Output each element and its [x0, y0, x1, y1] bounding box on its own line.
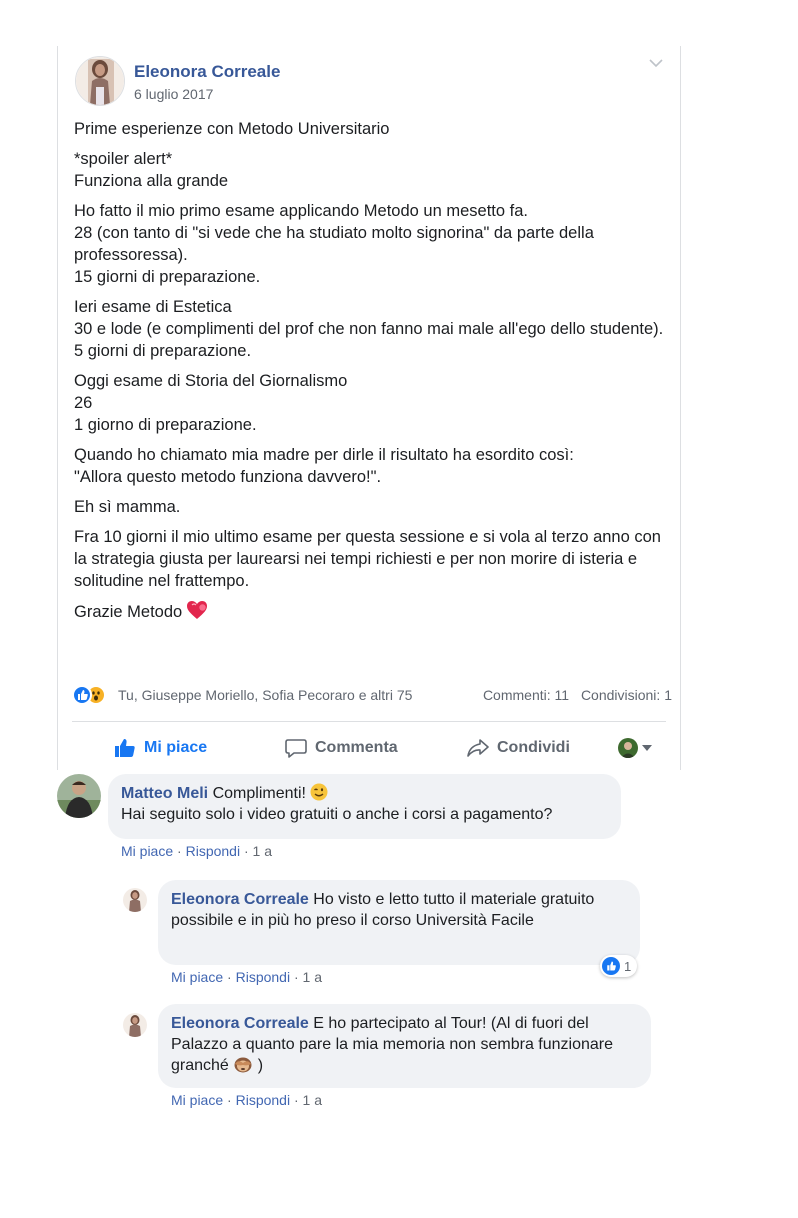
reply-age[interactable]: 1 a — [303, 1092, 322, 1108]
like-reaction-icon — [72, 685, 92, 705]
reply-bubble: Eleonora Correale E ho partecipato al To… — [158, 1004, 651, 1088]
wink-emoji-icon — [310, 783, 328, 801]
reply-like-link[interactable]: Mi piace — [171, 969, 223, 985]
share-arrow-icon — [467, 739, 489, 757]
reply-author-name[interactable]: Eleonora Correale — [171, 1015, 309, 1032]
post-paragraph: Prime esperienze con Metodo Universitari… — [74, 120, 390, 138]
comment-actions: Mi piace · Rispondi · 1 a — [121, 843, 272, 859]
post-paragraph: Ho fatto il mio primo esame applicando M… — [74, 202, 594, 286]
reply-actions: Mi piace · Rispondi · 1 a — [171, 969, 322, 985]
like-reaction-icon — [602, 957, 620, 975]
shares-count[interactable]: Condivisioni: 1 — [581, 687, 672, 703]
reply-reaction-count: 1 — [624, 958, 632, 974]
chevron-down-icon[interactable] — [649, 58, 663, 68]
comment-icon — [285, 739, 307, 758]
reaction-identity-picker[interactable] — [618, 738, 658, 758]
reply-text-end: ) — [257, 1057, 264, 1074]
reply-bubble: Eleonora Correale Ho visto e letto tutto… — [158, 880, 640, 965]
thumbs-up-icon — [115, 739, 135, 757]
author-name[interactable]: Eleonora Correale — [134, 62, 280, 82]
heart-icon — [187, 601, 208, 619]
reply-like-link[interactable]: Mi piace — [171, 1092, 223, 1108]
post-card: Eleonora Correale 6 luglio 2017 Prime es… — [57, 46, 681, 770]
comment-button[interactable]: Commenta — [285, 736, 398, 760]
reply-reply-link[interactable]: Rispondi — [236, 969, 290, 985]
comments-count[interactable]: Commenti: 11 — [483, 687, 569, 703]
post-stats: Commenti: 11 Condivisioni: 1 — [483, 687, 672, 703]
reply-reply-link[interactable]: Rispondi — [236, 1092, 290, 1108]
comment-button-label: Commenta — [315, 739, 398, 756]
share-button-label: Condividi — [497, 739, 570, 756]
current-user-avatar — [618, 738, 638, 758]
post-paragraph: Fra 10 giorni il mio ultimo esame per qu… — [74, 528, 661, 590]
reaction-names[interactable]: Tu, Giuseppe Moriello, Sofia Pecoraro e … — [118, 687, 412, 703]
closing-text: Grazie Metodo — [74, 603, 183, 621]
comment-text-line2: Hai seguito solo i video gratuiti o anch… — [121, 806, 553, 823]
reactions-summary: Tu, Giuseppe Moriello, Sofia Pecoraro e … — [72, 684, 672, 706]
post-date[interactable]: 6 luglio 2017 — [134, 86, 213, 102]
post-paragraph: *spoiler alert* Funziona alla grande — [74, 150, 229, 190]
like-button[interactable]: Mi piace — [114, 736, 207, 760]
reply-author-name[interactable]: Eleonora Correale — [171, 891, 309, 908]
post-paragraph: Quando ho chiamato mia madre per dirle i… — [74, 446, 574, 486]
reply-age[interactable]: 1 a — [303, 969, 322, 985]
reply-author-avatar[interactable] — [123, 888, 147, 912]
comment-text: Complimenti! — [212, 785, 306, 802]
reply-author-avatar[interactable] — [123, 1013, 147, 1037]
reply-actions: Mi piace · Rispondi · 1 a — [171, 1092, 322, 1108]
like-button-label: Mi piace — [144, 739, 208, 756]
see-no-evil-monkey-icon — [234, 1057, 252, 1073]
reaction-icons[interactable] — [72, 685, 118, 705]
comment-like-link[interactable]: Mi piace — [121, 843, 173, 859]
post-paragraph: Oggi esame di Storia del Giornalismo 26 … — [74, 372, 348, 434]
comment-age[interactable]: 1 a — [253, 843, 272, 859]
reply-reaction-badge[interactable]: 1 — [600, 955, 638, 977]
post-closing: Grazie Metodo — [74, 600, 674, 623]
post-paragraph: Eh sì mamma. — [74, 498, 181, 516]
author-avatar[interactable] — [75, 56, 125, 106]
commenter-avatar[interactable] — [57, 774, 101, 818]
comment-bubble: Matteo Meli Complimenti! Hai seguito sol… — [108, 774, 621, 839]
post-body: Prime esperienze con Metodo Universitari… — [74, 118, 674, 631]
share-button[interactable]: Condividi — [467, 736, 570, 760]
comment-reply-link[interactable]: Rispondi — [186, 843, 240, 859]
caret-down-icon — [642, 745, 652, 751]
commenter-name[interactable]: Matteo Meli — [121, 785, 208, 802]
post-paragraph: Ieri esame di Estetica 30 e lode (e comp… — [74, 298, 664, 360]
divider — [72, 721, 666, 722]
